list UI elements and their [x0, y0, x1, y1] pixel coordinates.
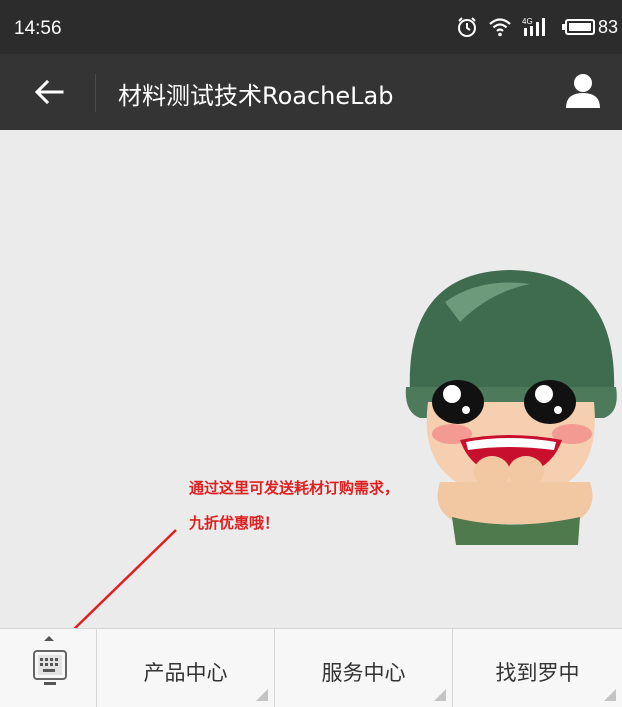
keyboard-icon [33, 636, 67, 685]
battery-icon [561, 19, 595, 35]
network-label: 4G [522, 17, 533, 26]
status-time: 14:56 [14, 18, 62, 39]
arrow-left-icon [34, 79, 64, 105]
title-divider [95, 74, 96, 112]
submenu-indicator-icon [256, 689, 268, 701]
bottom-menu-bar: 产品中心 服务中心 找到罗中 [0, 628, 622, 707]
menu-item-service-center[interactable]: 服务中心 [275, 629, 453, 707]
menu-item-find-roche[interactable]: 找到罗中 [453, 629, 622, 707]
menu-item-label: 找到罗中 [495, 661, 580, 685]
submenu-indicator-icon [604, 689, 616, 701]
annotation-text-line2: 九折优惠哦！ [189, 514, 280, 532]
person-icon [566, 74, 600, 108]
submenu-indicator-icon [434, 689, 446, 701]
alarm-icon [457, 17, 476, 37]
menu-item-label: 产品中心 [143, 661, 228, 685]
back-button[interactable] [30, 74, 70, 110]
keyboard-toggle-button[interactable] [0, 629, 97, 707]
title-bar: 材料测试技术RoacheLab [0, 54, 622, 130]
status-bar: 14:56 4G 83 [0, 0, 622, 54]
annotation-text-line1: 通过这里可发送耗材订购需求， [189, 479, 400, 497]
signal-icon: 4G [522, 17, 545, 36]
page-title: 材料测试技术RoacheLab [118, 82, 394, 110]
soldier-cartoon-image [405, 270, 617, 545]
wifi-icon [489, 18, 511, 37]
menu-item-label: 服务中心 [321, 661, 406, 685]
menu-item-product-center[interactable]: 产品中心 [97, 629, 275, 707]
status-icons: 4G 83 [446, 14, 618, 40]
profile-button[interactable] [564, 71, 602, 111]
battery-level: 83 [597, 16, 618, 37]
